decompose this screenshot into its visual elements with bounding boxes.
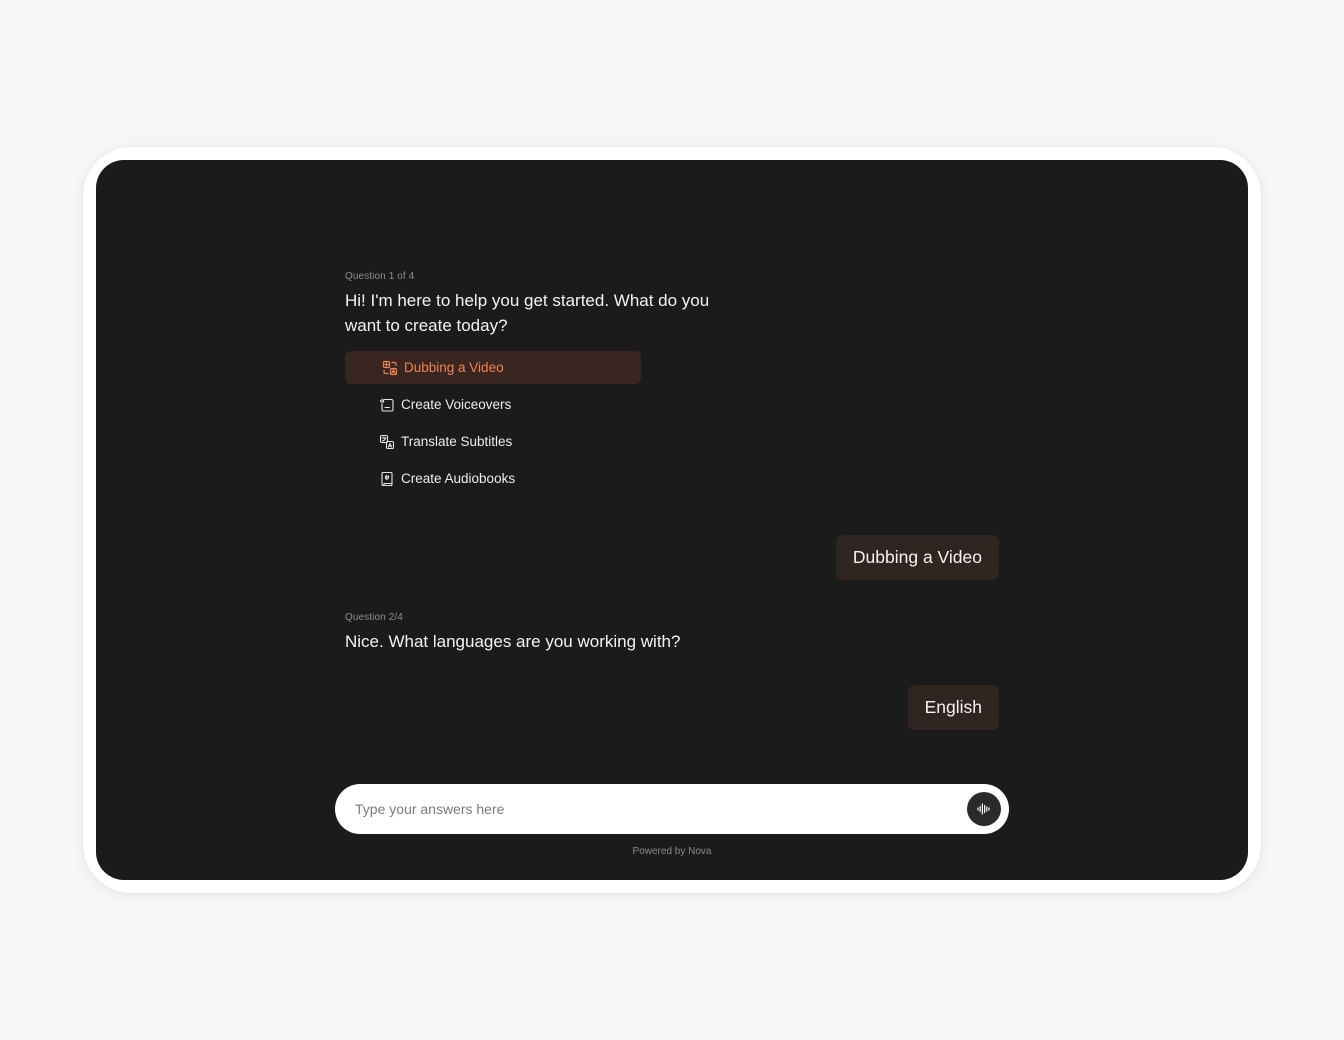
answer-bubble-1: Dubbing a Video — [835, 535, 999, 580]
question-1-label: Question 1 of 4 — [345, 271, 415, 282]
question-2-label: Question 2/4 — [345, 612, 403, 623]
answer-bubble-2: English — [907, 685, 999, 730]
option-create-audiobooks[interactable]: Create Audiobooks — [345, 462, 641, 495]
chat-input-bar — [335, 784, 1009, 834]
option-label: Create Audiobooks — [401, 471, 516, 486]
dubbing-icon — [382, 360, 398, 376]
answer-input[interactable] — [355, 784, 935, 834]
powered-by-footer: Powered by Nova — [632, 846, 712, 857]
option-label: Translate Subtitles — [401, 434, 513, 449]
option-translate-subtitles[interactable]: Translate Subtitles — [345, 425, 641, 458]
voiceover-icon — [379, 397, 395, 413]
audiobook-icon — [379, 471, 395, 487]
option-list: Dubbing a Video Create Voiceovers Transl… — [345, 351, 641, 499]
option-create-voiceovers[interactable]: Create Voiceovers — [345, 388, 641, 421]
question-2-text: Nice. What languages are you working wit… — [345, 632, 681, 651]
option-label: Create Voiceovers — [401, 397, 512, 412]
waveform-icon — [977, 803, 990, 815]
voice-input-button[interactable] — [967, 792, 1001, 826]
option-dubbing-video[interactable]: Dubbing a Video — [345, 351, 641, 384]
option-label: Dubbing a Video — [404, 360, 504, 375]
question-1-text: Hi! I'm here to help you get started. Wh… — [345, 291, 710, 335]
chat-screen: Question 1 of 4 Hi! I'm here to help you… — [96, 160, 1248, 880]
translate-icon — [379, 434, 395, 450]
